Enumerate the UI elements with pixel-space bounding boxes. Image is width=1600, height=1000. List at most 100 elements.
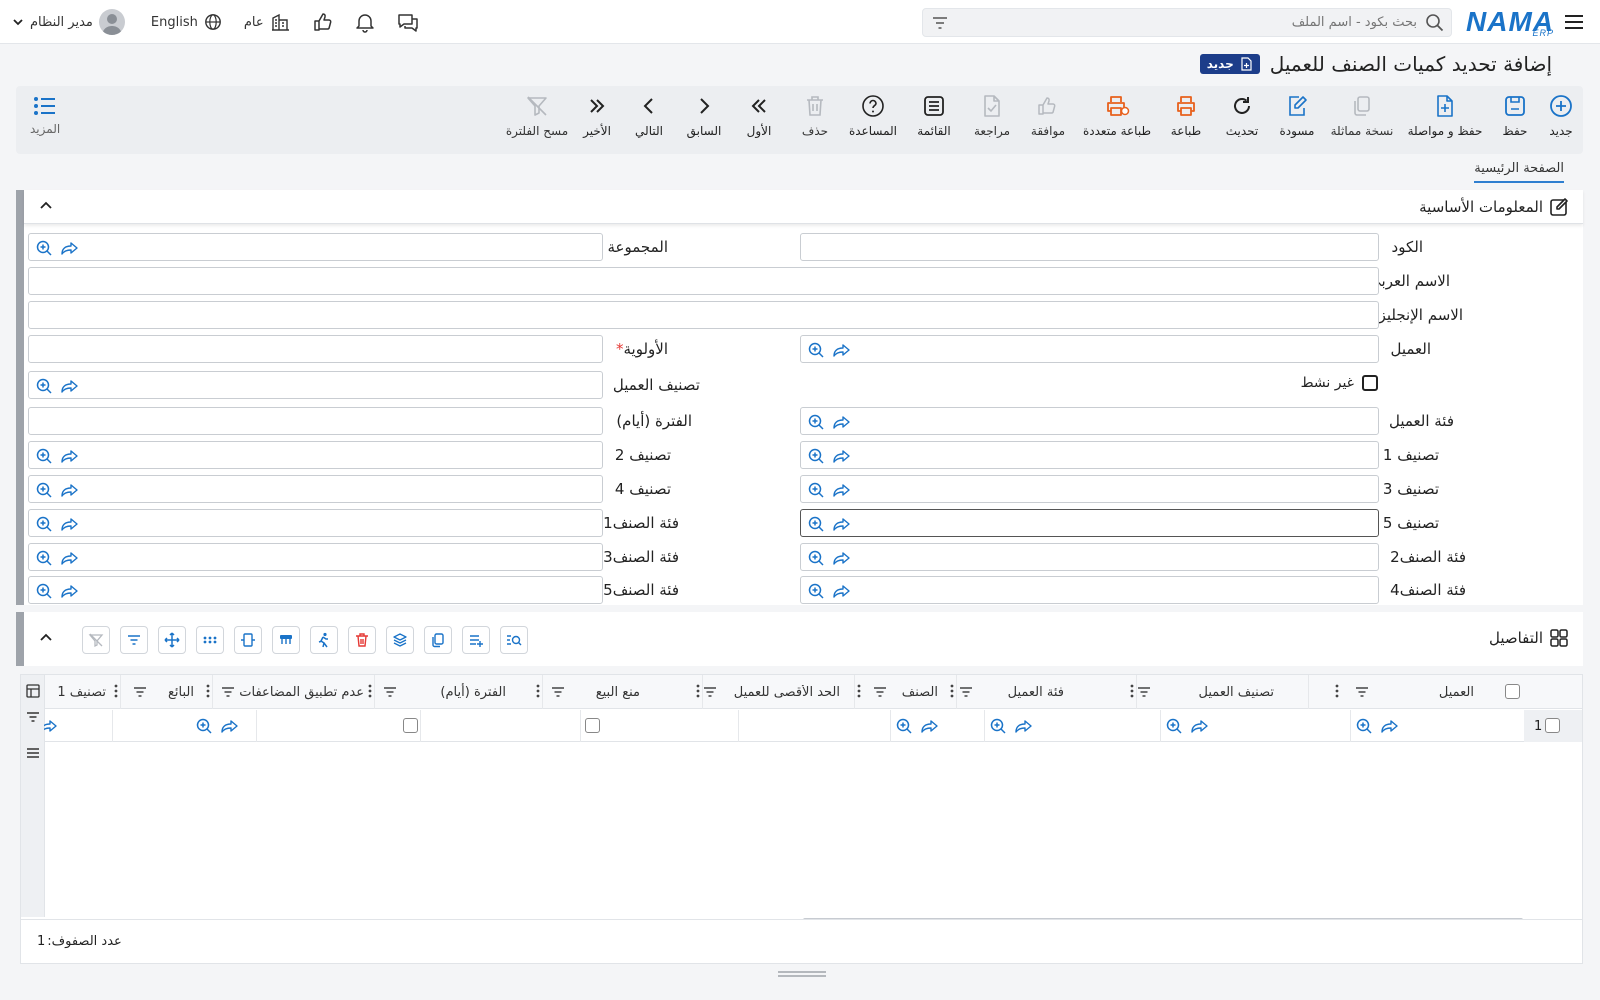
cell-customer-category[interactable] xyxy=(984,710,1160,742)
first-button[interactable]: الأول xyxy=(739,92,779,150)
delete-button[interactable]: حذف xyxy=(795,92,835,150)
column-header-max-quantity[interactable]: الحد الأقصى للعميل xyxy=(702,675,854,709)
move-button[interactable] xyxy=(158,626,186,654)
no-multiples-checkbox[interactable] xyxy=(403,718,418,733)
delete-row-button[interactable] xyxy=(348,626,376,654)
dots-grid-button[interactable] xyxy=(196,626,224,654)
share-icon[interactable] xyxy=(833,413,851,431)
list-button[interactable]: القائمة xyxy=(911,92,957,150)
table-row[interactable]: 1 xyxy=(44,710,1582,742)
cell-max-quantity[interactable] xyxy=(738,710,890,742)
next-button[interactable]: التالي xyxy=(629,92,669,150)
column-filter-icon[interactable] xyxy=(551,685,565,699)
column-filter-icon[interactable] xyxy=(873,685,887,699)
more-button[interactable]: المزيد xyxy=(30,94,60,136)
column-menu-icon[interactable] xyxy=(536,684,540,698)
tab-main-page[interactable]: الصفحة الرئيسية xyxy=(1474,161,1564,183)
class4-field[interactable] xyxy=(28,475,603,503)
search-add-icon[interactable] xyxy=(35,239,53,257)
column-header-menu[interactable] xyxy=(110,675,120,709)
app-logo[interactable]: NAMA ERP xyxy=(1466,4,1554,40)
column-header-period-days[interactable]: الفترة (أيام) xyxy=(374,675,534,709)
language-switch[interactable]: English xyxy=(151,13,222,31)
customer-field[interactable] xyxy=(800,335,1379,363)
search-add-icon[interactable] xyxy=(807,413,825,431)
cell-seller[interactable] xyxy=(112,710,256,742)
column-filter-icon[interactable] xyxy=(133,685,147,699)
column-menu-icon[interactable] xyxy=(368,684,372,698)
column-header-menu[interactable] xyxy=(366,675,374,709)
class2-field[interactable] xyxy=(28,441,603,469)
search-add-icon[interactable] xyxy=(1355,717,1373,735)
cell-item[interactable] xyxy=(890,710,984,742)
search-add-icon[interactable] xyxy=(35,549,53,567)
column-filter-icon[interactable] xyxy=(221,685,235,699)
share-icon[interactable] xyxy=(1015,717,1033,735)
column-header-menu[interactable] xyxy=(948,675,956,709)
column-filter-icon[interactable] xyxy=(959,685,973,699)
share-icon[interactable] xyxy=(833,549,851,567)
column-header-menu[interactable] xyxy=(694,675,702,709)
search-add-icon[interactable] xyxy=(35,582,53,600)
code-field[interactable] xyxy=(800,233,1379,261)
search-add-icon[interactable] xyxy=(807,549,825,567)
column-filter-icon[interactable] xyxy=(703,685,717,699)
search-rows-button[interactable] xyxy=(500,626,528,654)
hamburger-menu-icon[interactable] xyxy=(1562,10,1586,34)
search-add-icon[interactable] xyxy=(1165,717,1183,735)
share-icon[interactable] xyxy=(61,377,79,395)
fit-columns-button[interactable] xyxy=(234,626,262,654)
clear-filter-button[interactable]: مسح الفلترة xyxy=(505,92,569,150)
share-icon[interactable] xyxy=(61,239,79,257)
save-button[interactable]: حفظ xyxy=(1495,92,1535,150)
user-menu[interactable]: مدير النظام xyxy=(12,9,125,35)
column-header-customer-classification[interactable]: تصنيف العميل xyxy=(1136,675,1308,709)
group-field[interactable] xyxy=(28,233,603,261)
resize-handle[interactable] xyxy=(778,971,826,977)
column-header-menu[interactable] xyxy=(1130,675,1136,709)
column-header-customer[interactable]: العميل xyxy=(1308,675,1478,709)
search-icon[interactable] xyxy=(1425,13,1445,33)
share-icon[interactable] xyxy=(833,447,851,465)
share-icon[interactable] xyxy=(833,341,851,359)
share-icon[interactable] xyxy=(833,515,851,533)
print-button[interactable]: طباعة xyxy=(1163,92,1209,150)
share-icon[interactable] xyxy=(921,717,939,735)
search-add-icon[interactable] xyxy=(35,481,53,499)
copy-row-button[interactable] xyxy=(424,626,452,654)
column-filter-icon[interactable] xyxy=(383,685,397,699)
multi-print-button[interactable]: طباعة متعددة xyxy=(1079,92,1155,150)
share-icon[interactable] xyxy=(61,582,79,600)
class1-field[interactable] xyxy=(800,441,1379,469)
branch-selector[interactable]: عام xyxy=(244,12,290,32)
row-checkbox[interactable] xyxy=(1545,718,1560,733)
class3-field[interactable] xyxy=(800,475,1379,503)
search-add-icon[interactable] xyxy=(35,377,53,395)
share-icon[interactable] xyxy=(1191,717,1209,735)
period-days-field[interactable] xyxy=(28,407,603,435)
cell-customer[interactable] xyxy=(1350,710,1478,742)
last-button[interactable]: الأخير xyxy=(577,92,617,150)
table-settings-icon[interactable] xyxy=(25,683,41,699)
refresh-button[interactable]: تحديث xyxy=(1219,92,1265,150)
share-icon[interactable] xyxy=(61,447,79,465)
share-icon[interactable] xyxy=(221,717,239,735)
new-button[interactable]: جديد xyxy=(1541,92,1581,150)
column-menu-icon[interactable] xyxy=(857,684,861,698)
cell-prevent-sale[interactable] xyxy=(580,710,738,742)
search-box[interactable] xyxy=(922,8,1452,37)
layers-button[interactable] xyxy=(386,626,414,654)
column-menu-icon[interactable] xyxy=(114,684,118,698)
share-icon[interactable] xyxy=(1381,717,1399,735)
english-name-field[interactable] xyxy=(28,301,1379,329)
item-cat2-field[interactable] xyxy=(800,543,1379,571)
search-add-icon[interactable] xyxy=(807,582,825,600)
filter-button[interactable] xyxy=(120,626,148,654)
priority-field[interactable] xyxy=(28,335,603,363)
search-add-icon[interactable] xyxy=(807,447,825,465)
run-button[interactable] xyxy=(310,626,338,654)
prevent-sale-checkbox[interactable] xyxy=(585,718,600,733)
filter-icon[interactable] xyxy=(25,709,41,725)
column-menu-icon[interactable] xyxy=(1335,684,1339,698)
save-and-continue-button[interactable]: حفظ و مواصلة xyxy=(1403,92,1487,150)
